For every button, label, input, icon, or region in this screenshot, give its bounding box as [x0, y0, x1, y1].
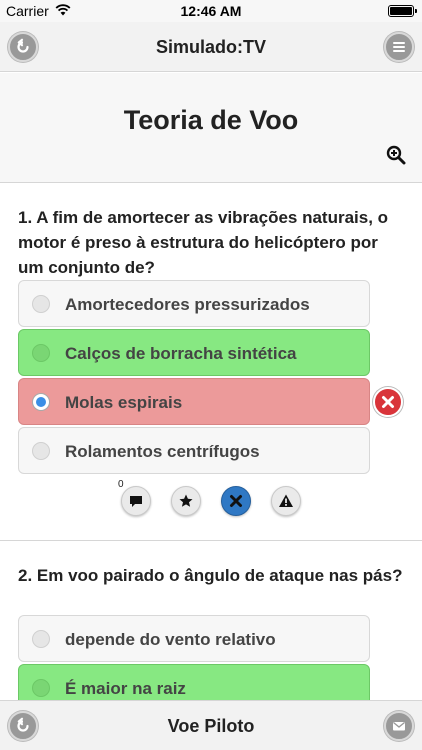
menu-icon: [393, 42, 405, 52]
status-bar: Carrier 12:46 AM: [0, 0, 422, 22]
radio-button[interactable]: [32, 442, 50, 460]
page-title: Teoria de Voo: [123, 105, 299, 135]
radio-button-selected[interactable]: [32, 393, 50, 411]
option-label: depende do vento relativo: [65, 630, 276, 649]
nav-bar: Simulado:TV: [0, 22, 422, 72]
question-1-text: 1. A fim de amortecer as vibrações natur…: [18, 208, 389, 277]
back-arrow-icon: [17, 717, 29, 732]
radio-button[interactable]: [32, 295, 50, 313]
clear-answer-button[interactable]: [221, 486, 251, 516]
star-icon: [179, 494, 193, 507]
back-arrow-icon: [17, 38, 29, 53]
mail-icon: [393, 721, 405, 731]
warning-icon: [279, 494, 293, 507]
option-label: É maior na raiz: [65, 679, 186, 698]
radio-button[interactable]: [32, 344, 50, 362]
menu-button[interactable]: [384, 32, 414, 62]
comment-icon: [130, 496, 142, 507]
option-label: Rolamentos centrífugos: [65, 442, 260, 461]
question-divider: [0, 540, 422, 541]
comment-button[interactable]: [121, 486, 151, 516]
page-header: Teoria de Voo: [0, 73, 422, 183]
report-button[interactable]: [271, 486, 301, 516]
favorite-button[interactable]: [171, 486, 201, 516]
option-q2-a[interactable]: depende do vento relativo: [18, 615, 370, 662]
option-q1-a[interactable]: Amortecedores pressurizados: [18, 280, 370, 327]
battery-icon: [388, 5, 417, 17]
radio-button[interactable]: [32, 679, 50, 697]
zoom-in-icon[interactable]: [386, 145, 406, 165]
option-label: Amortecedores pressurizados: [65, 295, 310, 314]
option-q1-b[interactable]: Calços de borracha sintética: [18, 329, 370, 376]
comment-count: 0: [118, 479, 124, 490]
option-label: Calços de borracha sintética: [65, 344, 297, 363]
option-q1-d[interactable]: Rolamentos centrífugos: [18, 427, 370, 474]
close-icon: [230, 495, 242, 507]
mail-button[interactable]: [384, 711, 414, 741]
question-2-text: 2. Em voo pairado o ângulo de ataque nas…: [18, 566, 403, 585]
bottom-back-button[interactable]: [8, 711, 38, 741]
option-label: Molas espirais: [65, 393, 183, 412]
option-q1-c[interactable]: Molas espirais: [18, 378, 370, 425]
status-time: 12:46 AM: [180, 3, 242, 19]
nav-title: Simulado:TV: [155, 37, 266, 57]
back-button[interactable]: [8, 32, 38, 62]
bottom-bar: Voe Piloto: [0, 700, 422, 750]
close-icon: [382, 396, 394, 408]
radio-button[interactable]: [32, 630, 50, 648]
bottom-title: Voe Piloto: [167, 716, 255, 736]
wrong-answer-badge: [373, 387, 403, 417]
